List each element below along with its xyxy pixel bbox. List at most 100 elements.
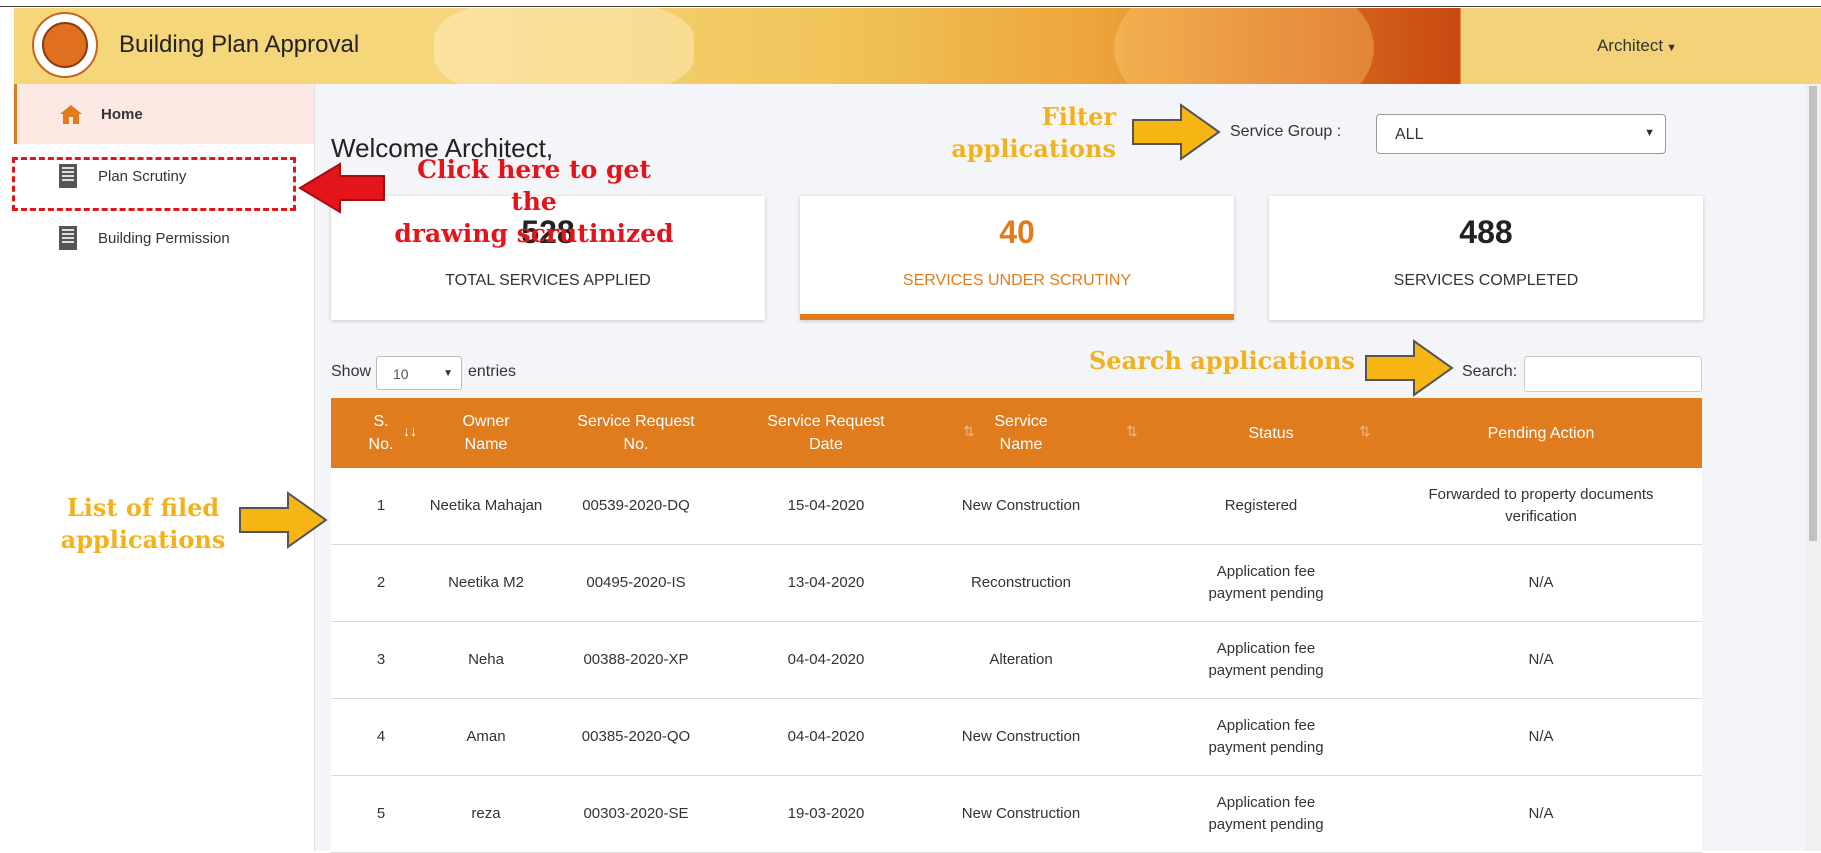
table-row[interactable]: 2 Neetika M2 00495-2020-IS 13-04-2020 Re… xyxy=(331,545,1702,622)
entries-select[interactable]: 10 ▼ xyxy=(376,356,462,390)
top-border xyxy=(0,6,1821,7)
stat-card-completed[interactable]: 488 SERVICES COMPLETED xyxy=(1269,196,1703,320)
annotation-line: applications xyxy=(60,525,226,554)
show-label: Show xyxy=(331,363,372,380)
cell-request-no: 00495-2020-IS xyxy=(586,574,686,591)
column-header-label: Service Request No. xyxy=(577,413,695,453)
table-row[interactable]: 5 reza 00303-2020-SE 19-03-2020 New Cons… xyxy=(331,776,1702,853)
cell-status: Application fee payment pending xyxy=(1208,563,1324,602)
header-decoration xyxy=(1114,8,1374,84)
highlight-box-plan-scrutiny xyxy=(12,157,296,211)
cell-service-name: Reconstruction xyxy=(970,574,1072,591)
table-header: S. No. ↓↓ Owner Name Service Request No.… xyxy=(331,398,1702,468)
sidebar-item-label: Home xyxy=(101,105,143,123)
column-header-label: S. No. xyxy=(368,413,394,453)
service-group-label: Service Group : xyxy=(1230,123,1342,140)
cell-service-name: New Construction xyxy=(961,497,1081,514)
header-decoration xyxy=(434,8,694,84)
table-row[interactable]: 3 Neha 00388-2020-XP 04-04-2020 Alterati… xyxy=(331,622,1702,699)
annotation-line: drawing scrutinized xyxy=(394,219,674,248)
cell-status: Application fee payment pending xyxy=(1208,794,1324,833)
vertical-scrollbar[interactable] xyxy=(1805,84,1821,851)
arrow-right-icon xyxy=(239,491,328,549)
cell-owner: reza xyxy=(471,805,501,822)
cell-service-name: New Construction xyxy=(961,805,1081,822)
emblem-logo xyxy=(32,12,98,78)
cell-request-date: 04-04-2020 xyxy=(787,728,865,745)
arrow-left-icon xyxy=(298,162,385,214)
search-label: Search: xyxy=(1462,363,1518,380)
stat-card-under-scrutiny[interactable]: 40 SERVICES UNDER SCRUTINY xyxy=(800,196,1234,320)
arrow-right-icon xyxy=(1132,103,1221,161)
stat-caption: TOTAL SERVICES APPLIED xyxy=(445,272,651,289)
scrollbar-thumb[interactable] xyxy=(1809,86,1817,541)
column-header-request-no[interactable]: Service Request No. xyxy=(541,398,731,468)
cell-owner: Neha xyxy=(468,651,504,668)
sort-icon[interactable]: ⇅ xyxy=(1359,423,1371,440)
search-input[interactable] xyxy=(1524,356,1702,392)
stat-value: 488 xyxy=(1459,214,1513,250)
sort-icon[interactable]: ⇅ xyxy=(1126,423,1138,440)
service-group-value: ALL xyxy=(1395,126,1424,143)
cell-pending-action: N/A xyxy=(1528,728,1554,745)
annotation-line: List of filed xyxy=(66,493,220,522)
cell-owner: Aman xyxy=(466,728,506,745)
annotation-list: List of filed applications xyxy=(48,492,238,556)
user-menu-dropdown[interactable]: Architect ▼ xyxy=(1597,36,1677,56)
cell-pending-action: N/A xyxy=(1528,805,1554,822)
column-header-service-name[interactable]: Service Name xyxy=(931,398,1111,468)
sort-asc-icon[interactable]: ↓↓ xyxy=(403,423,417,439)
column-header-label: Pending Action xyxy=(1487,424,1595,442)
cell-pending-action: Forwarded to property documents verifica… xyxy=(1428,486,1654,525)
sidebar-item-home[interactable]: Home xyxy=(14,84,314,144)
caret-down-icon: ▼ xyxy=(1666,42,1677,54)
column-header-status[interactable]: Status xyxy=(1151,398,1391,468)
stat-caption: SERVICES COMPLETED xyxy=(1393,272,1579,289)
table-row[interactable]: 1 Neetika Mahajan 00539-2020-DQ 15-04-20… xyxy=(331,468,1702,545)
cell-status: Application fee payment pending xyxy=(1208,717,1324,756)
cell-service-name: Alteration xyxy=(989,651,1053,668)
annotation-line: Filter xyxy=(1041,102,1116,131)
caret-down-icon: ▼ xyxy=(1644,127,1655,139)
cell-request-date: 19-03-2020 xyxy=(787,805,865,822)
column-header-pending-action[interactable]: Pending Action xyxy=(1391,398,1691,468)
cell-status: Registered xyxy=(1224,497,1298,514)
table-row[interactable]: 4 Aman 00385-2020-QO 04-04-2020 New Cons… xyxy=(331,699,1702,776)
service-group-select[interactable]: ALL ▼ xyxy=(1376,114,1666,154)
sidebar-item-label: Building Permission xyxy=(98,229,230,247)
annotation-line: applications xyxy=(951,134,1116,163)
stat-caption: SERVICES UNDER SCRUTINY xyxy=(902,272,1132,289)
cell-status: Application fee payment pending xyxy=(1208,640,1324,679)
cell-pending-action: N/A xyxy=(1528,574,1554,591)
cell-request-no: 00303-2020-SE xyxy=(583,805,689,822)
user-menu-label: Architect xyxy=(1596,36,1664,55)
column-header-label: Service Request Date xyxy=(767,413,885,453)
arrow-right-icon xyxy=(1365,339,1454,397)
cell-service-name: New Construction xyxy=(961,728,1081,745)
sidebar-item-building-permission[interactable]: Building Permission xyxy=(14,208,314,268)
column-header-label: Service Name xyxy=(994,413,1048,453)
cell-request-no: 00385-2020-QO xyxy=(581,728,691,745)
entries-label: entries xyxy=(468,363,517,380)
column-header-request-date[interactable]: Service Request Date xyxy=(731,398,921,468)
caret-down-icon: ▼ xyxy=(443,368,453,379)
app-header: Building Plan Approval Architect ▼ xyxy=(14,8,1821,84)
annotation-filter: Filter applications xyxy=(936,101,1116,165)
cell-request-no: 00539-2020-DQ xyxy=(582,497,690,514)
entries-value: 10 xyxy=(393,366,409,382)
home-icon xyxy=(59,102,83,126)
column-header-owner[interactable]: Owner Name xyxy=(431,398,541,468)
annotation-plan-scrutiny: Click here to get the drawing scrutinize… xyxy=(394,154,674,250)
stat-value: 40 xyxy=(999,214,1035,250)
cell-pending-action: N/A xyxy=(1528,651,1554,668)
building-icon xyxy=(56,226,80,250)
annotation-line: Click here to get the xyxy=(417,155,651,216)
cell-owner: Neetika Mahajan xyxy=(429,497,543,514)
cell-request-date: 15-04-2020 xyxy=(787,497,865,514)
app-title: Building Plan Approval xyxy=(119,31,360,58)
cell-owner: Neetika M2 xyxy=(448,574,524,591)
cell-request-date: 04-04-2020 xyxy=(787,651,865,668)
column-header-label: Status xyxy=(1248,424,1294,442)
cell-request-no: 00388-2020-XP xyxy=(583,651,689,668)
column-header-label: Owner Name xyxy=(462,413,510,453)
